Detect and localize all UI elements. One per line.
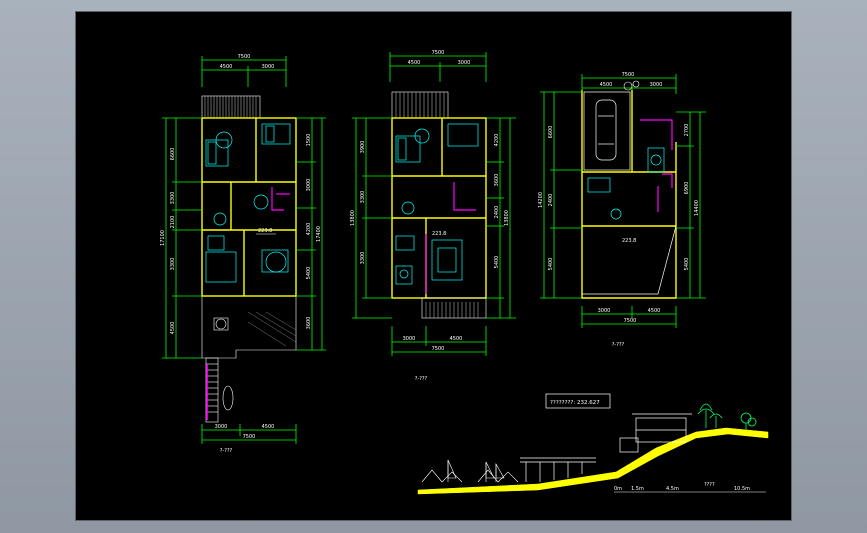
- plan1-dim-bottom-a: 3000: [215, 424, 228, 430]
- plan2-dim-right-4: 5400: [494, 256, 500, 269]
- plan1-dim-right-2: 3000: [306, 179, 312, 192]
- scale-0: 0m: [614, 486, 622, 492]
- plan2-dim-left-2: 3300: [360, 191, 366, 204]
- plan2-terrace-hatch: [425, 302, 479, 318]
- plan2-dim-top-total: 7500: [432, 50, 445, 56]
- plan2-elevation-mark: 223.8: [432, 231, 446, 237]
- plan3-dim-bottom-b: 4500: [648, 308, 661, 314]
- plan1-dim-right-1: 1500: [306, 134, 312, 147]
- plan2-stair-accent: [425, 182, 476, 294]
- plan1-dim-bottom-total: 7500: [243, 434, 256, 440]
- plan1-balcony-hatch: [204, 96, 257, 118]
- plan3-bottom-dimensions: [581, 306, 677, 328]
- plan1-dim-top-b: 3000: [262, 64, 275, 70]
- plan2-caption: ?-???: [415, 376, 428, 382]
- plan2-dim-left-1: 3900: [360, 141, 366, 154]
- plan1-boat: [222, 385, 234, 411]
- floor-plan-1: 7500 4500 3000 223.8 6600 3300 2100 3300…: [160, 54, 326, 454]
- floor-plan-3: 7500 4500 3000 223.8 6600 2400 5400 1420…: [538, 72, 706, 348]
- application-window: 7500 4500 3000 223.8 6600 3300 2100 3300…: [0, 0, 867, 533]
- plan1-elevation-mark: 223.8: [258, 228, 272, 234]
- plan1-left-dimensions: [162, 117, 202, 359]
- plan3-dim-top-total: 7500: [622, 72, 635, 78]
- scale-caption: ????: [704, 482, 715, 488]
- plan3-dim-right-total: 14400: [694, 200, 700, 216]
- plan3-dim-left-1: 6600: [548, 126, 554, 139]
- section-title: ????????: 232.627: [550, 400, 600, 406]
- plan1-dim-right-5: 5400: [306, 267, 312, 280]
- plan2-dim-right-3: 2400: [494, 206, 500, 219]
- plan3-dim-bottom-total: 7500: [624, 318, 637, 324]
- section-building: [619, 413, 692, 453]
- plan2-top-dimensions: [389, 52, 487, 82]
- plan3-furniture: [587, 147, 665, 220]
- plan2-dim-right-total: 13800: [504, 210, 510, 226]
- plan2-dim-bottom-a: 3000: [403, 336, 416, 342]
- car-icon: [595, 99, 617, 161]
- plan3-caption: ?-???: [612, 342, 625, 348]
- plan3-dim-left-total: 14200: [538, 192, 544, 208]
- plan2-balcony-hatch: [395, 92, 445, 118]
- site-section: ????????: 232.627 0m 1.5m 4.5m ???? 10.5…: [417, 393, 769, 495]
- scale-1: 1.5m: [631, 486, 644, 492]
- plan2-dim-right-1: 4200: [494, 134, 500, 147]
- plan1-balcony-top: [201, 95, 261, 119]
- plan1-dim-left-1: 6600: [170, 148, 176, 161]
- drawing-canvas[interactable]: 7500 4500 3000 223.8 6600 3300 2100 3300…: [76, 12, 791, 520]
- plan1-dim-top-total: 7500: [238, 54, 251, 60]
- plan3-stair-accent: [640, 119, 673, 212]
- plan3-dim-top-a: 4500: [600, 82, 613, 88]
- plan2-left-dimensions: [352, 117, 392, 319]
- plan1-dim-left-3: 2100: [170, 216, 176, 229]
- plan1-dim-left-4: 3300: [170, 258, 176, 271]
- plan2-right-dimensions: [486, 117, 516, 319]
- plan2-dim-right-2: 3600: [494, 174, 500, 187]
- plan3-left-dimensions: [540, 91, 582, 299]
- scale-2: 4.5m: [666, 486, 679, 492]
- plan2-dim-top-a: 4500: [408, 60, 421, 66]
- plan3-dim-left-2: 2400: [548, 194, 554, 207]
- plan3-dim-right-2: 6900: [684, 182, 690, 195]
- plan3-right-dimensions: [676, 111, 706, 299]
- plan2-dim-left-total: 13800: [350, 210, 356, 226]
- plan1-dim-right-6: 3600: [306, 317, 312, 330]
- water-sketch: [421, 459, 519, 483]
- plan1-dim-right-3: 17400: [316, 226, 322, 242]
- cad-drawing: 7500 4500 3000 223.8 6600 3300 2100 3300…: [160, 50, 769, 495]
- plan3-dim-left-3: 5400: [548, 258, 554, 271]
- plan1-dim-left-total: 17100: [160, 230, 166, 246]
- plan1-dim-left-2: 3300: [170, 192, 176, 205]
- plan3-dim-right-3: 5400: [684, 258, 690, 271]
- plan1-dim-top-a: 4500: [220, 64, 233, 70]
- plan3-dim-bottom-a: 3000: [598, 308, 611, 314]
- plan3-dim-top-b: 3000: [650, 82, 663, 88]
- plan1-stair-accent: [271, 187, 290, 211]
- plan3-dim-right-1: 2700: [684, 124, 690, 137]
- floor-plan-2: 7500 4500 3000 223.8 3900 3300 3300 1380…: [350, 50, 516, 382]
- plan1-dim-left-5: 4500: [170, 322, 176, 335]
- plan1-top-dimensions: [201, 56, 287, 87]
- plan1-caption: ?-???: [220, 448, 233, 454]
- plan3-elevation-mark: 223.8: [622, 238, 636, 244]
- plan2-dim-top-b: 3000: [458, 60, 471, 66]
- plan3-garage: [582, 91, 677, 295]
- plan3-shrubs: [623, 80, 640, 91]
- section-trees: [697, 403, 757, 430]
- scale-3: 10.5m: [734, 486, 750, 492]
- plan2-dim-bottom-total: 7500: [432, 346, 445, 352]
- plan2-dim-left-3: 3300: [360, 252, 366, 265]
- plan2-furniture: [395, 123, 479, 285]
- plan1-terrace-hatch: [247, 311, 297, 347]
- plan1-furniture: [205, 123, 291, 283]
- plan2-dim-bottom-b: 4500: [450, 336, 463, 342]
- plan1-terrace: [201, 296, 297, 359]
- ground-profile: [417, 427, 769, 495]
- plan1-dim-bottom-b: 4500: [262, 424, 275, 430]
- plan1-dim-right-4: 4200: [306, 223, 312, 236]
